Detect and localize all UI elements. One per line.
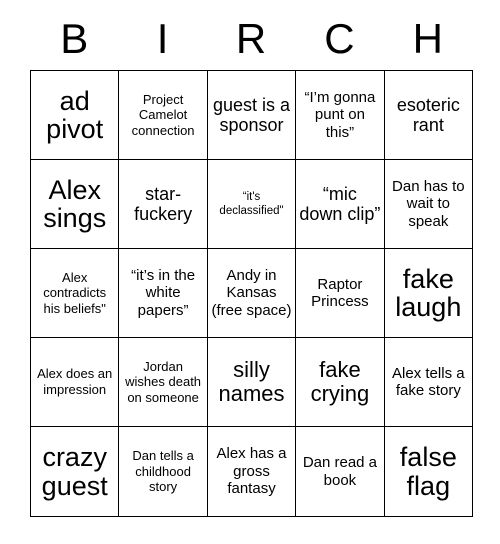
bingo-row: crazy guest Dan tells a childhood story … <box>31 427 474 517</box>
bingo-cell[interactable]: Alex does an impression <box>31 338 120 427</box>
bingo-cell[interactable]: Alex tells a fake story <box>384 338 474 427</box>
bingo-cell[interactable]: Alex has a gross fantasy <box>207 427 297 517</box>
bingo-row: Alex does an impression Jordan wishes de… <box>31 338 474 427</box>
bingo-cell-label: Dan tells a childhood story <box>132 448 194 495</box>
bingo-cell-label: crazy guest <box>41 442 108 501</box>
bingo-cell-label: “it’s in the white papers” <box>131 266 196 319</box>
bingo-cell-label: star-fuckery <box>134 183 193 224</box>
bingo-cell-label: Dan read a book <box>302 454 378 489</box>
bingo-cell-label: Raptor Princess <box>311 275 369 310</box>
bingo-cell[interactable]: Dan tells a childhood story <box>119 427 208 517</box>
bingo-cell[interactable]: “mic down clip” <box>296 160 385 249</box>
bingo-cell[interactable]: Dan read a book <box>296 427 385 517</box>
bingo-cell[interactable]: Project Camelot connection <box>119 71 208 160</box>
bingo-cell[interactable]: fake laugh <box>384 249 474 338</box>
bingo-row: Alex sings star-fuckery “it's declassifi… <box>31 160 474 249</box>
bingo-cell-label: Andy in Kansas (free space) <box>211 266 292 319</box>
bingo-cell[interactable]: crazy guest <box>31 427 120 517</box>
bingo-cell[interactable]: “it's declassified" <box>207 160 297 249</box>
bingo-cell-label: esoteric rant <box>396 94 460 135</box>
bingo-row: Alex contradicts his beliefs" “it’s in t… <box>31 249 474 338</box>
header-letter-i: I <box>156 15 169 62</box>
bingo-cell[interactable]: “I’m gonna punt on this” <box>296 71 385 160</box>
bingo-cell-label: Dan has to wait to speak <box>392 177 465 230</box>
bingo-cell[interactable]: Alex sings <box>31 160 120 249</box>
bingo-cell-label: Alex sings <box>43 174 107 233</box>
bingo-cell[interactable]: guest is a sponsor <box>207 71 297 160</box>
bingo-cell-label: silly names <box>218 357 285 406</box>
bingo-cell-label: guest is a sponsor <box>212 94 291 135</box>
bingo-cell[interactable]: silly names <box>207 338 297 427</box>
bingo-cell[interactable]: “it’s in the white papers” <box>119 249 208 338</box>
bingo-cell-label: ad pivot <box>46 85 104 144</box>
bingo-cell-label: Jordan wishes death on someone <box>125 358 202 405</box>
bingo-cell[interactable]: fake crying <box>296 338 385 427</box>
bingo-cell[interactable]: star-fuckery <box>119 160 208 249</box>
bingo-cell-label: “mic down clip” <box>299 183 381 224</box>
bingo-header: B I R C H <box>30 8 472 70</box>
bingo-card: B I R C H ad pivot Project Camelot conne… <box>30 8 474 517</box>
bingo-cell-label: fake crying <box>310 357 370 406</box>
bingo-cell[interactable]: false flag <box>384 427 474 517</box>
header-letter-r: R <box>235 15 267 62</box>
header-letter-b: B <box>60 15 89 62</box>
bingo-row: ad pivot Project Camelot connection gues… <box>31 71 474 160</box>
bingo-cell-label: Project Camelot connection <box>131 91 195 138</box>
bingo-cell-label: Alex contradicts his beliefs" <box>43 269 107 316</box>
bingo-cell[interactable]: esoteric rant <box>384 71 474 160</box>
bingo-cell[interactable]: Alex contradicts his beliefs" <box>31 249 120 338</box>
bingo-cell-label: “it's declassified" <box>219 190 284 217</box>
bingo-cell-free-space[interactable]: Andy in Kansas (free space) <box>207 249 297 338</box>
bingo-cell-label: Alex does an impression <box>37 366 113 397</box>
bingo-grid: ad pivot Project Camelot connection gues… <box>30 70 474 517</box>
bingo-cell[interactable]: Dan has to wait to speak <box>384 160 474 249</box>
bingo-cell-label: fake laugh <box>395 263 462 322</box>
bingo-cell[interactable]: Raptor Princess <box>296 249 385 338</box>
bingo-cell-label: false flag <box>399 442 457 501</box>
bingo-cell-label: Alex tells a fake story <box>392 364 465 399</box>
bingo-cell[interactable]: ad pivot <box>31 71 120 160</box>
bingo-cell-label: Alex has a gross fantasy <box>216 445 287 498</box>
bingo-cell-label: “I’m gonna punt on this” <box>304 88 376 141</box>
bingo-cell[interactable]: Jordan wishes death on someone <box>119 338 208 427</box>
header-letter-c: C <box>324 15 355 62</box>
header-letter-h: H <box>412 15 443 62</box>
